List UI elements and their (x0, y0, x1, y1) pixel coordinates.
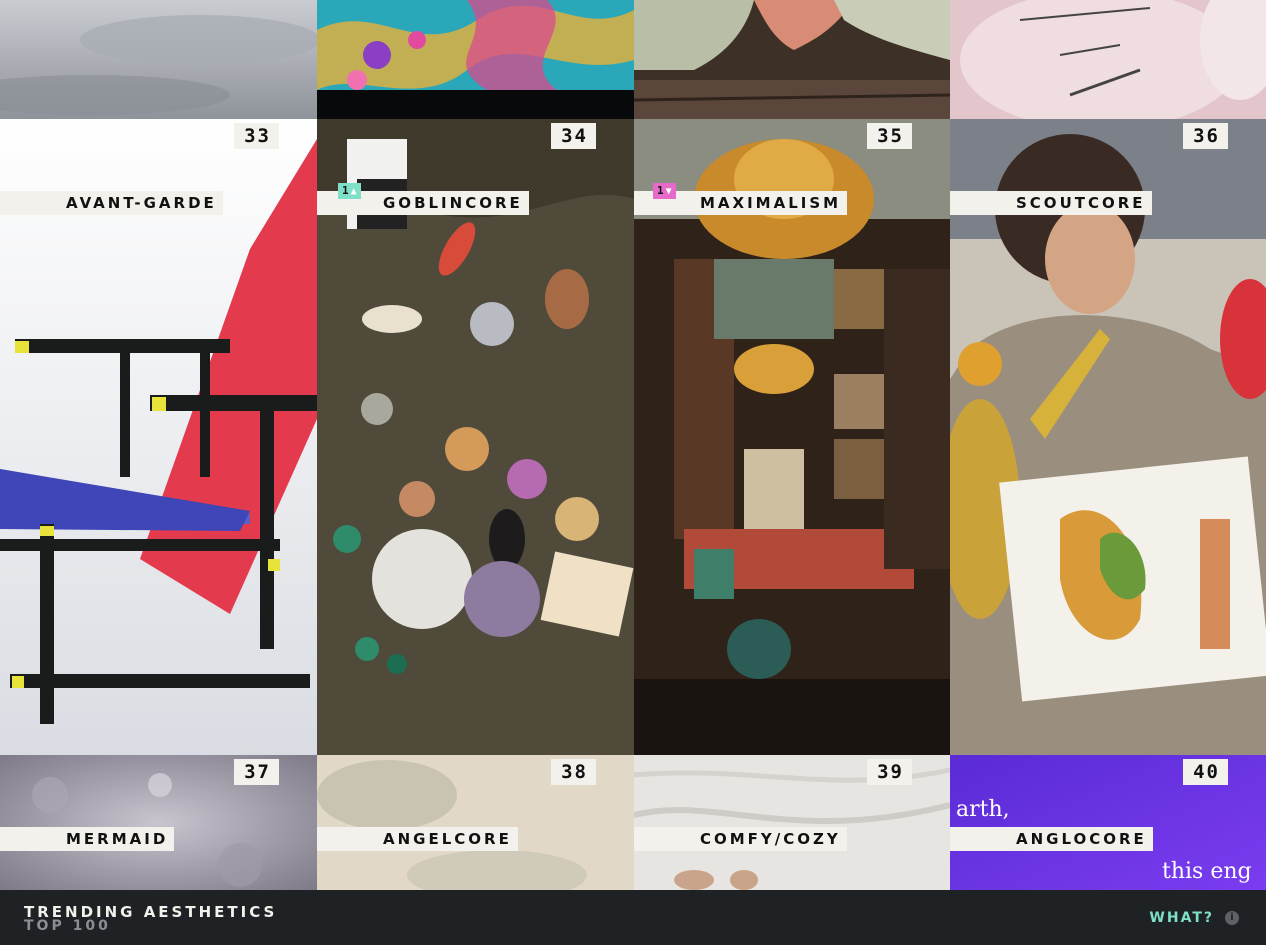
rank-badge: 36 (1183, 123, 1228, 149)
rank-change-count: 1 (657, 184, 664, 197)
arrow-down-icon: ▼ (665, 186, 672, 197)
aesthetics-grid: 33 AVANT-GARDE 34 GOBLINCORE 1 ▲ 35 MAXI… (0, 0, 1266, 890)
page-subtitle: TOP 100 (24, 918, 111, 934)
psychedelic-painting-image (317, 0, 634, 119)
satin-gowns-image (634, 0, 950, 119)
rank-badge: 35 (867, 123, 912, 149)
rank-change-count: 1 (342, 184, 349, 197)
rank-badge: 38 (551, 759, 596, 785)
footer-bar: TRENDING AESTHETICS TOP 100 WHAT? i (0, 890, 1266, 945)
arrow-up-icon: ▲ (350, 186, 357, 197)
rank-badge: 40 (1183, 759, 1228, 785)
aesthetic-label: ANGLOCORE (950, 827, 1153, 851)
tile-text-line-2: this eng (1162, 859, 1252, 884)
tile-angelcore[interactable]: 38 ANGELCORE (317, 755, 634, 890)
tile-top-2[interactable] (317, 0, 634, 119)
tile-scoutcore[interactable]: 36 SCOUTCORE (950, 119, 1266, 755)
what-link[interactable]: WHAT? (1149, 910, 1214, 926)
tile-top-1[interactable] (0, 0, 317, 119)
tile-comfy-cozy[interactable]: 39 COMFY/COZY (634, 755, 950, 890)
tile-anglocore[interactable]: arth, this eng 40 ANGLOCORE (950, 755, 1266, 890)
info-icon[interactable]: i (1225, 911, 1239, 925)
rank-badge: 39 (867, 759, 912, 785)
tile-top-4[interactable] (950, 0, 1266, 119)
tile-avant-garde[interactable]: 33 AVANT-GARDE (0, 119, 317, 755)
rank-change-badge: 1 ▲ (338, 183, 361, 199)
aesthetic-label: MERMAID (0, 827, 175, 851)
rank-badge: 34 (551, 123, 596, 149)
tile-text-line-1: arth, (956, 797, 1010, 822)
rank-badge: 37 (234, 759, 279, 785)
aesthetic-label: ANGELCORE (317, 827, 518, 851)
tile-top-3[interactable] (634, 0, 950, 119)
tile-maximalism[interactable]: 35 MAXIMALISM 1 ▼ (634, 119, 950, 755)
aesthetic-label: SCOUTCORE (950, 191, 1152, 215)
rank-badge: 33 (234, 123, 279, 149)
sky-image (0, 0, 317, 119)
tile-goblincore[interactable]: 34 GOBLINCORE 1 ▲ (317, 119, 634, 755)
pink-label-photo-image (950, 0, 1266, 119)
tile-mermaid[interactable]: 37 MERMAID (0, 755, 317, 890)
aesthetic-label: COMFY/COZY (634, 827, 847, 851)
aesthetic-label: AVANT-GARDE (0, 191, 223, 215)
rank-change-badge: 1 ▼ (653, 183, 676, 199)
